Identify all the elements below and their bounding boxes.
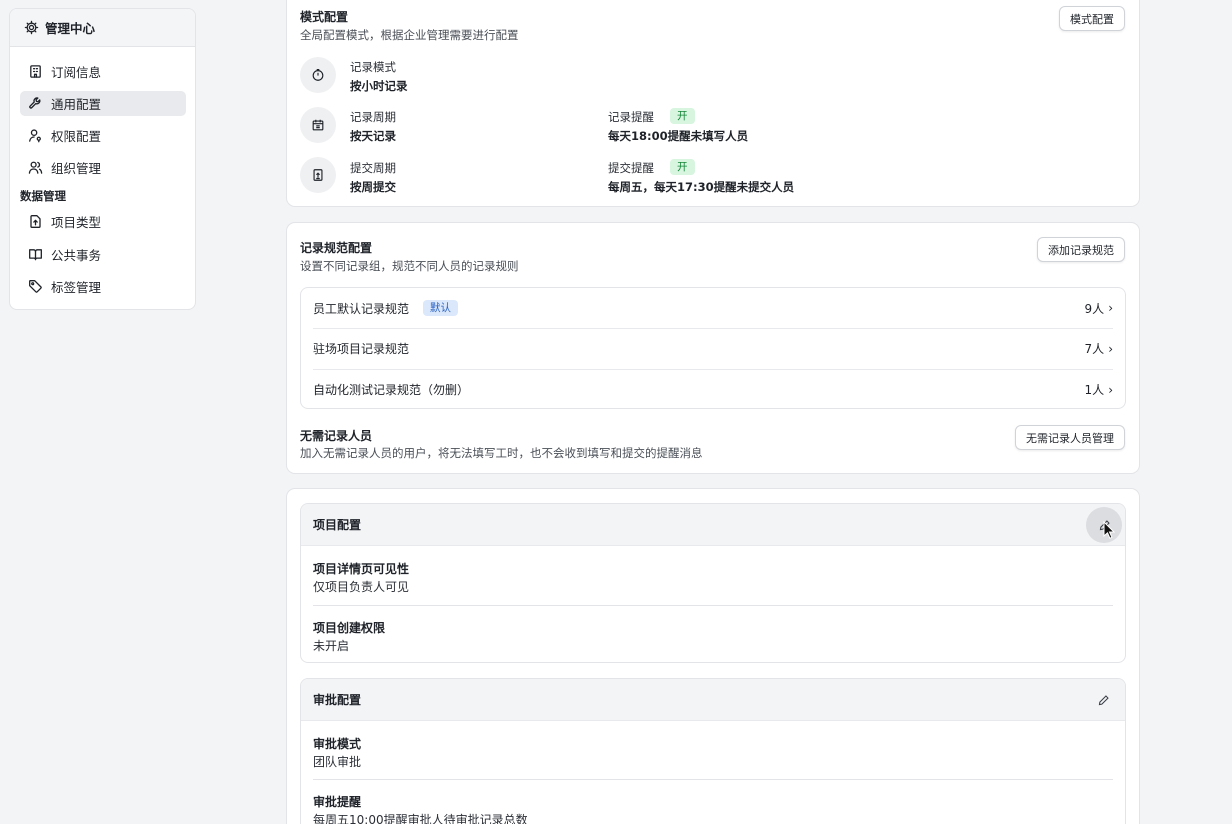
rule-member-count: 7人 — [1084, 342, 1105, 356]
mode-config-desc: 全局配置模式，根据企业管理需要进行配置 — [300, 28, 519, 42]
rule-name: 驻场项目记录规范 — [313, 342, 410, 356]
record-reminder-status-badge: 开 — [670, 108, 695, 124]
approval-config-header: 审批配置 — [301, 679, 1125, 721]
no-record-title: 无需记录人员 — [300, 429, 373, 443]
rule-count: 1人 › — [1085, 381, 1113, 398]
record-cycle-label: 记录周期 — [350, 110, 396, 124]
project-visibility-title: 项目详情页可见性 — [313, 562, 410, 576]
gear-icon — [24, 20, 39, 35]
users-icon — [28, 160, 43, 175]
sidebar-item-label: 项目类型 — [51, 215, 102, 230]
project-visibility-value: 仅项目负责人可见 — [313, 580, 410, 594]
submit-reminder-value: 每周五，每天17:30提醒未提交人员 — [608, 180, 795, 194]
sidebar-item-project-type[interactable]: 项目类型 — [20, 209, 186, 234]
sidebar: 管理中心 订阅信息 通用配置 权限配置 组织管理 数据管理 项目类型 公共事务 … — [9, 8, 196, 310]
record-rule-config-card: 记录规范配置 设置不同记录组，规范不同人员的记录规则 添加记录规范 员工默认记录… — [286, 222, 1140, 474]
building-icon — [28, 64, 43, 79]
sidebar-item-label: 标签管理 — [51, 280, 102, 295]
rule-name: 员工默认记录规范 — [313, 301, 410, 316]
sidebar-item-label: 通用配置 — [51, 97, 102, 112]
chevron-right-icon: › — [1108, 341, 1113, 356]
list-item[interactable]: 自动化测试记录规范（勿删） 1人 › — [313, 369, 1113, 409]
project-approval-card: 项目配置 项目详情页可见性 仅项目负责人可见 项目创建权限 未开启 审批配置 审… — [286, 488, 1140, 824]
submit-reminder-status-badge: 开 — [670, 159, 695, 175]
calendar-icon — [300, 107, 336, 143]
sidebar-item-organization[interactable]: 组织管理 — [20, 155, 186, 180]
approval-mode-value: 团队审批 — [313, 755, 362, 769]
record-rule-list: 员工默认记录规范 默认 9人 › 驻场项目记录规范 7人 › 自动化测试记录规范（勿… — [300, 287, 1126, 409]
sidebar-section-data: 数据管理 — [20, 189, 66, 203]
list-item[interactable]: 驻场项目记录规范 7人 › — [313, 328, 1113, 368]
project-create-permission-value: 未开启 — [313, 639, 350, 653]
sidebar-item-public-affairs[interactable]: 公共事务 — [20, 242, 186, 267]
sidebar-item-label: 权限配置 — [51, 129, 102, 144]
mode-config-card: 模式配置 全局配置模式，根据企业管理需要进行配置 模式配置 记录模式 按小时记录… — [286, 0, 1140, 207]
sidebar-item-general-config[interactable]: 通用配置 — [20, 91, 186, 116]
tag-icon — [28, 279, 43, 294]
approval-mode-title: 审批模式 — [313, 737, 362, 751]
project-create-permission-title: 项目创建权限 — [313, 621, 386, 635]
project-config-title: 项目配置 — [313, 518, 362, 532]
approval-config-title: 审批配置 — [313, 693, 362, 707]
sidebar-item-permission[interactable]: 权限配置 — [20, 123, 186, 148]
no-record-management-button[interactable]: 无需记录人员管理 — [1015, 425, 1125, 450]
mouse-cursor-icon — [1103, 521, 1115, 539]
sidebar-header: 管理中心 — [10, 9, 195, 47]
record-reminder-label: 记录提醒 — [608, 110, 654, 124]
rule-config-title: 记录规范配置 — [300, 241, 373, 255]
submit-reminder-label: 提交提醒 — [608, 161, 654, 175]
approval-reminder-title: 审批提醒 — [313, 795, 362, 809]
record-cycle-value: 按天记录 — [350, 129, 396, 143]
project-config-panel: 项目配置 项目详情页可见性 仅项目负责人可见 项目创建权限 未开启 — [300, 503, 1126, 663]
divider — [313, 779, 1113, 780]
clock-icon — [300, 57, 336, 93]
edit-approval-config-button[interactable] — [1093, 690, 1113, 710]
submit-cycle-value: 按周提交 — [350, 180, 396, 194]
rule-member-count: 9人 — [1084, 301, 1105, 316]
rule-count: 9人 › — [1085, 300, 1113, 317]
no-record-desc: 加入无需记录人员的用户，将无法填写工时，也不会收到填写和提交的提醒消息 — [300, 446, 703, 460]
divider — [313, 605, 1113, 606]
sidebar-item-label: 公共事务 — [51, 248, 102, 263]
record-reminder-value: 每天18:00提醒未填写人员 — [608, 129, 749, 143]
sidebar-title: 管理中心 — [45, 21, 96, 36]
rule-member-count: 1人 — [1084, 383, 1105, 397]
rule-name: 自动化测试记录规范（勿删） — [313, 383, 470, 397]
user-key-icon — [28, 128, 43, 143]
sidebar-item-label: 订阅信息 — [51, 65, 102, 80]
book-icon — [28, 247, 43, 262]
approval-reminder-value: 每周五10:00提醒审批人待审批记录总数 — [313, 813, 528, 824]
default-badge: 默认 — [423, 300, 459, 316]
pencil-icon — [1098, 694, 1109, 705]
rule-config-desc: 设置不同记录组，规范不同人员的记录规则 — [300, 259, 519, 273]
wrench-icon — [28, 96, 43, 111]
list-item[interactable]: 员工默认记录规范 默认 9人 › — [313, 288, 1113, 328]
submit-document-icon — [300, 157, 336, 193]
file-upload-icon — [28, 214, 43, 229]
mode-config-title: 模式配置 — [300, 10, 349, 24]
rule-count: 7人 › — [1085, 340, 1113, 357]
add-record-rule-button[interactable]: 添加记录规范 — [1037, 237, 1125, 262]
sidebar-item-tag-management[interactable]: 标签管理 — [20, 274, 186, 299]
sidebar-item-label: 组织管理 — [51, 161, 102, 176]
chevron-right-icon: › — [1108, 301, 1113, 315]
sidebar-item-subscription[interactable]: 订阅信息 — [20, 59, 186, 84]
approval-config-panel: 审批配置 审批模式 团队审批 审批提醒 每周五10:00提醒审批人待审批记录总数 — [300, 678, 1126, 824]
mode-config-button[interactable]: 模式配置 — [1059, 6, 1125, 31]
record-mode-label: 记录模式 — [350, 60, 396, 74]
submit-cycle-label: 提交周期 — [350, 161, 396, 175]
record-mode-value: 按小时记录 — [350, 79, 408, 93]
chevron-right-icon: › — [1108, 382, 1113, 397]
project-config-header: 项目配置 — [301, 504, 1125, 546]
